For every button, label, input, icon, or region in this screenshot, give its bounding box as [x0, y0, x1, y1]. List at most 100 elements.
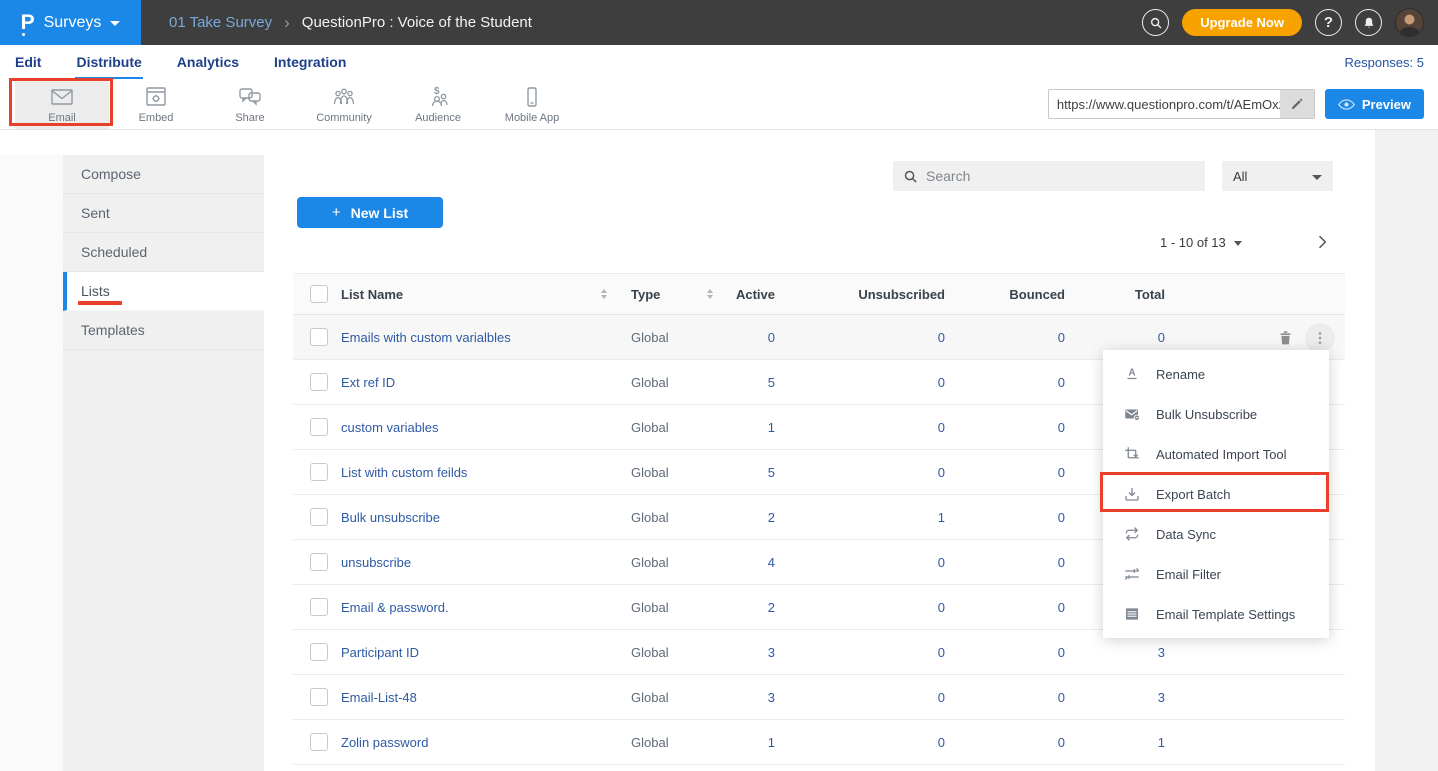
breadcrumb-survey-link[interactable]: 01 Take Survey [169, 14, 272, 31]
row-checkbox[interactable] [310, 553, 328, 571]
unsubscribed-count[interactable]: 0 [783, 465, 953, 480]
toolbar-item-mobile-app[interactable]: Mobile App [485, 79, 579, 129]
kebab-menu-icon [1312, 330, 1328, 346]
row-checkbox[interactable] [310, 688, 328, 706]
list-name-link[interactable]: List with custom feilds [341, 465, 467, 480]
list-name-link[interactable]: Email-List-48 [341, 690, 417, 705]
new-list-button[interactable]: + New List [297, 197, 443, 228]
row-checkbox[interactable] [310, 328, 328, 346]
menu-item-data-sync[interactable]: Data Sync [1103, 514, 1329, 554]
total-count[interactable]: 3 [1073, 690, 1173, 705]
active-count[interactable]: 1 [723, 735, 783, 750]
list-name-link[interactable]: Emails with custom varialbles [341, 330, 511, 345]
unsubscribed-count[interactable]: 0 [783, 375, 953, 390]
active-count[interactable]: 3 [723, 645, 783, 660]
preview-button[interactable]: Preview [1325, 89, 1424, 119]
upgrade-now-button[interactable]: Upgrade Now [1182, 9, 1302, 36]
row-checkbox[interactable] [310, 463, 328, 481]
active-count[interactable]: 1 [723, 420, 783, 435]
surveys-menu[interactable]: P Surveys [0, 0, 141, 45]
unsubscribed-count[interactable]: 0 [783, 690, 953, 705]
toolbar-item-share[interactable]: Share [203, 79, 297, 129]
list-name-link[interactable]: Participant ID [341, 645, 419, 660]
unsubscribed-count[interactable]: 0 [783, 420, 953, 435]
list-name-link[interactable]: custom variables [341, 420, 439, 435]
menu-item-rename[interactable]: A Rename [1103, 354, 1329, 394]
list-name-link[interactable]: Ext ref ID [341, 375, 395, 390]
menu-item-export-batch[interactable]: Export Batch [1103, 474, 1329, 514]
row-checkbox[interactable] [310, 373, 328, 391]
row-checkbox[interactable] [310, 643, 328, 661]
toolbar-item-email[interactable]: Email [15, 79, 109, 129]
active-count[interactable]: 5 [723, 375, 783, 390]
select-all-checkbox[interactable] [310, 285, 328, 303]
unsubscribed-count[interactable]: 0 [783, 600, 953, 615]
menu-item-email-template-settings[interactable]: Email Template Settings [1103, 594, 1329, 634]
tab-integration[interactable]: Integration [273, 46, 347, 79]
active-count[interactable]: 0 [723, 330, 783, 345]
list-name-link[interactable]: Zolin password [341, 735, 428, 750]
active-count[interactable]: 2 [723, 510, 783, 525]
menu-item-automated-import-tool[interactable]: Automated Import Tool [1103, 434, 1329, 474]
menu-item-email-filter[interactable]: Email Filter [1103, 554, 1329, 594]
bounced-count[interactable]: 0 [953, 645, 1073, 660]
row-checkbox[interactable] [310, 598, 328, 616]
toolbar-item-audience[interactable]: $ Audience [391, 79, 485, 129]
sidebar-item-scheduled[interactable]: Scheduled [63, 233, 264, 272]
toolbar-item-community[interactable]: Community [297, 79, 391, 129]
list-name-link[interactable]: unsubscribe [341, 555, 411, 570]
active-count[interactable]: 5 [723, 465, 783, 480]
search-button[interactable] [1142, 9, 1169, 36]
active-count[interactable]: 4 [723, 555, 783, 570]
bounced-count[interactable]: 0 [953, 330, 1073, 345]
survey-url-field[interactable]: https://www.questionpro.com/t/AEmOx2 [1048, 89, 1315, 119]
sidebar-item-lists[interactable]: Lists [63, 272, 264, 311]
unsubscribed-count[interactable]: 1 [783, 510, 953, 525]
row-checkbox[interactable] [310, 733, 328, 751]
responses-count[interactable]: Responses: 5 [1345, 55, 1425, 70]
sidebar-item-templates[interactable]: Templates [63, 311, 264, 350]
list-name-link[interactable]: Bulk unsubscribe [341, 510, 440, 525]
bounced-count[interactable]: 0 [953, 465, 1073, 480]
delete-list-button[interactable] [1273, 326, 1297, 350]
unsubscribed-count[interactable]: 0 [783, 645, 953, 660]
edit-url-button[interactable] [1280, 90, 1314, 118]
list-filter-dropdown[interactable]: All [1222, 161, 1333, 191]
total-count[interactable]: 3 [1073, 645, 1173, 660]
total-count[interactable]: 0 [1073, 330, 1173, 345]
unsubscribed-count[interactable]: 0 [783, 735, 953, 750]
tab-analytics[interactable]: Analytics [176, 46, 240, 79]
pagination-dropdown[interactable]: 1 - 10 of 13 [1160, 235, 1242, 250]
unsubscribed-count[interactable]: 0 [783, 330, 953, 345]
bounced-count[interactable]: 0 [953, 555, 1073, 570]
unsubscribed-count[interactable]: 0 [783, 555, 953, 570]
active-count[interactable]: 2 [723, 600, 783, 615]
sidebar-item-compose[interactable]: Compose [63, 155, 264, 194]
total-count[interactable]: 1 [1073, 735, 1173, 750]
toolbar-item-embed[interactable]: Embed [109, 79, 203, 129]
help-button[interactable]: ? [1315, 9, 1342, 36]
sidebar-item-sent[interactable]: Sent [63, 194, 264, 233]
list-name-link[interactable]: Email & password. [341, 600, 449, 615]
row-checkbox[interactable] [310, 508, 328, 526]
row-checkbox[interactable] [310, 418, 328, 436]
bounced-count[interactable]: 0 [953, 600, 1073, 615]
menu-item-bulk-unsubscribe[interactable]: Bulk Unsubscribe [1103, 394, 1329, 434]
bounced-count[interactable]: 0 [953, 375, 1073, 390]
bounced-count[interactable]: 0 [953, 735, 1073, 750]
active-count[interactable]: 3 [723, 690, 783, 705]
list-search[interactable] [893, 161, 1205, 191]
next-page-button[interactable] [1310, 230, 1334, 254]
bounced-count[interactable]: 0 [953, 690, 1073, 705]
sort-list-name[interactable] [601, 289, 607, 299]
search-input[interactable] [926, 168, 1195, 184]
sort-type[interactable] [707, 289, 713, 299]
bounced-count[interactable]: 0 [953, 420, 1073, 435]
trash-icon [1277, 329, 1294, 347]
notifications-button[interactable] [1355, 9, 1382, 36]
bounced-count[interactable]: 0 [953, 510, 1073, 525]
tab-distribute[interactable]: Distribute [75, 46, 142, 79]
row-menu-button[interactable] [1305, 323, 1335, 353]
tab-edit[interactable]: Edit [14, 46, 42, 79]
avatar[interactable] [1395, 8, 1424, 37]
